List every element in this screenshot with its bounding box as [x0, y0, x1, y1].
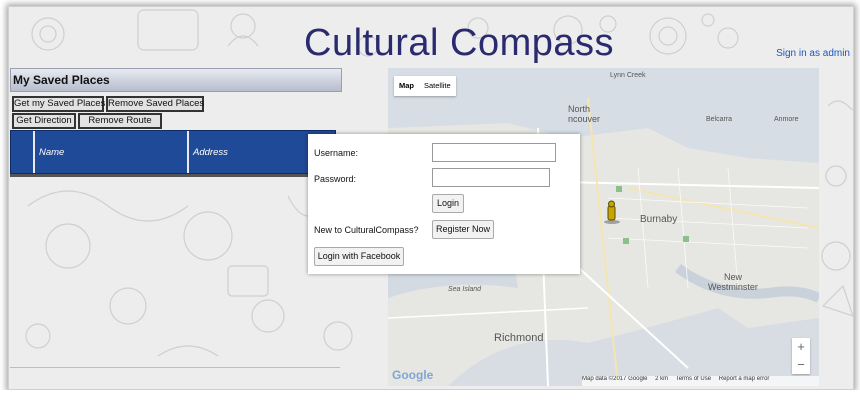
map-label-sea-island: Sea Island — [448, 286, 482, 293]
panel-title: My Saved Places — [13, 73, 110, 87]
terms-of-use-link[interactable]: Terms of Use — [676, 376, 711, 382]
google-logo: Google — [392, 368, 434, 382]
saved-places-table-header: Name Address — [10, 130, 336, 174]
map-type-control: Map Satellite — [394, 76, 456, 96]
new-user-label: New to CulturalCompass? — [314, 225, 419, 235]
map-label-new: New — [724, 272, 743, 282]
map-label-anmore: Anmore — [774, 116, 799, 123]
login-button[interactable]: Login — [432, 194, 464, 213]
bottom-margin — [0, 390, 860, 400]
page-frame: My Saved Places Get my Saved Places Remo… — [8, 6, 854, 390]
zoom-in-button[interactable]: + — [792, 338, 810, 356]
zoom-control: + − — [792, 338, 810, 374]
map-label-vancouver: ncouver — [568, 114, 601, 124]
login-with-facebook-button[interactable]: Login with Facebook — [314, 247, 404, 266]
register-now-button[interactable]: Register Now — [432, 220, 494, 239]
app-title: Cultural Compass — [304, 22, 614, 64]
login-dialog: Username: Password: Login New to Cultura… — [308, 134, 580, 274]
remove-route-button[interactable]: Remove Route — [78, 113, 162, 129]
table-divider — [10, 174, 336, 177]
column-header-select — [11, 131, 33, 173]
map-scale[interactable]: 2 km — [655, 376, 668, 382]
column-header-name[interactable]: Name — [33, 131, 187, 173]
get-direction-button[interactable]: Get Direction — [12, 113, 76, 129]
map-label-richmond: Richmond — [494, 332, 544, 344]
report-map-error-link[interactable]: Report a map error — [719, 376, 770, 382]
map-label-burnaby: Burnaby — [640, 214, 678, 225]
map-data-attribution: Map data ©2017 Google — [582, 376, 648, 382]
map-label-westminster: Westminster — [708, 282, 758, 292]
map-type-map[interactable]: Map — [394, 76, 419, 96]
remove-saved-places-button[interactable]: Remove Saved Places — [106, 96, 204, 112]
saved-places-header: My Saved Places — [10, 68, 342, 92]
map-type-satellite[interactable]: Satellite — [419, 76, 456, 96]
map-label-belcarra: Belcarra — [706, 116, 733, 123]
map-label-north: North — [568, 104, 591, 114]
zoom-out-button[interactable]: − — [792, 356, 810, 374]
map-label-lynn-creek: Lynn Creek — [610, 72, 646, 79]
username-input[interactable] — [432, 143, 556, 162]
sign-in-as-admin-link[interactable]: Sign in as admin — [776, 48, 850, 59]
get-saved-places-button[interactable]: Get my Saved Places — [12, 96, 105, 112]
panel-bottom-divider — [10, 367, 340, 368]
username-label: Username: — [314, 148, 359, 158]
password-label: Password: — [314, 174, 357, 184]
password-input[interactable] — [432, 168, 550, 187]
map-footer: Map data ©2017 Google 2 km Terms of Use … — [582, 376, 819, 386]
